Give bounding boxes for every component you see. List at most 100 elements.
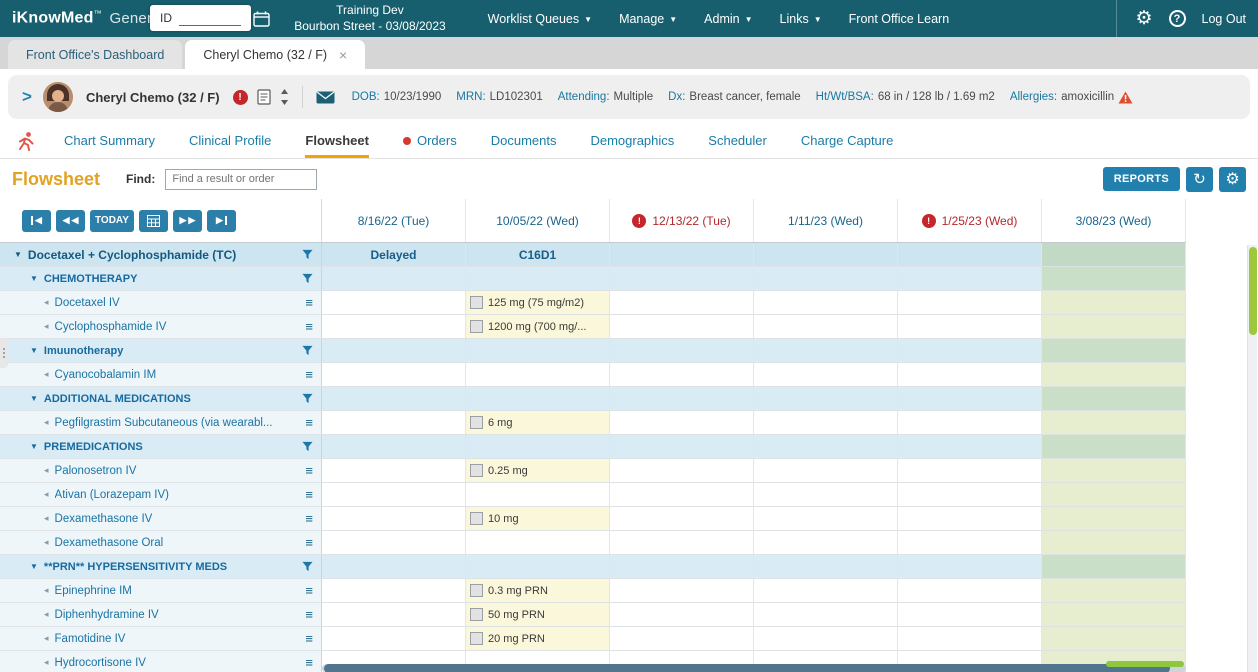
flowsheet-cell[interactable] [610,531,754,554]
patient-id-input[interactable] [179,11,241,26]
window-tab-front-office-s-dashboard[interactable]: Front Office's Dashboard [8,40,182,69]
row-label-cell[interactable]: ◂Cyclophosphamide IV≡ [0,315,322,338]
patient-navigator-icon[interactable] [280,89,289,105]
logout-button[interactable]: Log Out [1202,12,1246,26]
row-menu-icon[interactable]: ≡ [305,488,313,501]
collapse-left-icon[interactable]: ◂ [44,369,49,380]
flowsheet-cell[interactable]: C16D1 [466,243,610,266]
flowsheet-cell[interactable] [898,363,1042,386]
flowsheet-cell[interactable] [610,387,754,410]
flowsheet-cell[interactable] [898,579,1042,602]
date-column-header[interactable]: 3/08/23 (Wed) [1042,199,1186,242]
collapse-left-icon[interactable]: ◂ [44,657,49,668]
flowsheet-cell[interactable] [466,555,610,578]
expand-down-icon[interactable]: ▼ [30,442,38,451]
reports-button[interactable]: REPORTS [1103,167,1180,191]
dose-checkbox[interactable] [470,320,483,333]
chart-tab-orders[interactable]: Orders [403,123,457,158]
expand-down-icon[interactable]: ▼ [30,274,38,283]
flowsheet-cell[interactable]: 20 mg PRN [466,627,610,650]
flowsheet-cell[interactable] [322,339,466,362]
flowsheet-cell[interactable] [610,579,754,602]
flowsheet-cell[interactable] [754,459,898,482]
flowsheet-cell[interactable] [1042,267,1186,290]
close-icon[interactable]: × [339,48,347,62]
flowsheet-cell[interactable]: 10 mg [466,507,610,530]
flowsheet-cell[interactable] [754,387,898,410]
flowsheet-cell[interactable] [610,339,754,362]
row-label-cell[interactable]: ▼Docetaxel + Cyclophosphamide (TC) [0,243,322,266]
flowsheet-cell[interactable] [610,435,754,458]
flowsheet-cell[interactable] [898,627,1042,650]
flowsheet-cell[interactable] [610,411,754,434]
flowsheet-cell[interactable] [322,267,466,290]
flowsheet-cell[interactable] [898,435,1042,458]
flowsheet-cell[interactable] [1042,435,1186,458]
flowsheet-cell[interactable] [754,315,898,338]
flowsheet-cell[interactable] [898,483,1042,506]
row-menu-icon[interactable]: ≡ [305,296,313,309]
flowsheet-cell[interactable] [898,459,1042,482]
current-column-scroll-indicator[interactable] [1106,661,1184,667]
chart-tab-clinical-profile[interactable]: Clinical Profile [189,123,271,158]
row-menu-icon[interactable]: ≡ [305,464,313,477]
date-column-header[interactable]: !1/25/23 (Wed) [898,199,1042,242]
flowsheet-cell[interactable]: Delayed [322,243,466,266]
row-label-cell[interactable]: ▼Imuunotherapy [0,339,322,362]
page-back-button[interactable]: ◀◀ [56,210,85,232]
flowsheet-cell[interactable] [322,507,466,530]
flowsheet-cell[interactable] [466,339,610,362]
row-menu-icon[interactable]: ≡ [305,416,313,429]
flowsheet-cell[interactable] [610,555,754,578]
dose-checkbox[interactable] [470,584,483,597]
expand-banner-chevron[interactable]: > [22,87,32,107]
message-icon[interactable] [316,91,335,104]
date-column-header[interactable]: !12/13/22 (Tue) [610,199,754,242]
avatar[interactable] [43,82,73,112]
flowsheet-cell[interactable] [1042,603,1186,626]
patient-activity-icon[interactable] [16,131,36,151]
flowsheet-cell[interactable] [610,459,754,482]
flowsheet-cell[interactable] [1042,291,1186,314]
flowsheet-cell[interactable] [754,627,898,650]
allergy-warning-icon[interactable] [1118,91,1133,104]
flowsheet-cell[interactable] [322,363,466,386]
flowsheet-cell[interactable] [1042,411,1186,434]
flowsheet-cell[interactable] [1042,459,1186,482]
flowsheet-cell[interactable] [754,291,898,314]
flowsheet-cell[interactable] [1042,507,1186,530]
row-label-cell[interactable]: ▼**PRN** HYPERSENSITIVITY MEDS [0,555,322,578]
dose-checkbox[interactable] [470,464,483,477]
flowsheet-cell[interactable] [322,315,466,338]
dose-checkbox[interactable] [470,632,483,645]
flowsheet-cell[interactable] [898,507,1042,530]
row-label-cell[interactable]: ◂Cyanocobalamin IM≡ [0,363,322,386]
row-menu-icon[interactable]: ≡ [305,656,313,669]
flowsheet-cell[interactable] [754,507,898,530]
row-label-cell[interactable]: ▼ADDITIONAL MEDICATIONS [0,387,322,410]
chart-tab-demographics[interactable]: Demographics [590,123,674,158]
flowsheet-cell[interactable] [466,387,610,410]
flowsheet-cell[interactable] [322,627,466,650]
collapse-left-icon[interactable]: ◂ [44,633,49,644]
flowsheet-cell[interactable] [754,531,898,554]
help-icon[interactable]: ? [1169,10,1186,27]
chart-tab-flowsheet[interactable]: Flowsheet [305,123,369,158]
today-button[interactable]: TODAY [90,210,134,232]
flowsheet-cell[interactable] [322,291,466,314]
flowsheet-cell[interactable] [754,339,898,362]
flowsheet-cell[interactable] [322,387,466,410]
row-label-cell[interactable]: ◂Pegfilgrastim Subcutaneous (via wearabl… [0,411,322,434]
panel-collapse-handle[interactable] [0,338,8,368]
flowsheet-cell[interactable] [898,291,1042,314]
dose-checkbox[interactable] [470,296,483,309]
flowsheet-cell[interactable] [1042,363,1186,386]
flowsheet-cell[interactable] [466,363,610,386]
flowsheet-cell[interactable] [754,267,898,290]
row-label-cell[interactable]: ◂Epinephrine IM≡ [0,579,322,602]
chart-tab-scheduler[interactable]: Scheduler [708,123,767,158]
flowsheet-cell[interactable] [1042,483,1186,506]
collapse-left-icon[interactable]: ◂ [44,321,49,332]
jump-last-button[interactable]: ▶ [207,210,236,232]
collapse-left-icon[interactable]: ◂ [44,513,49,524]
